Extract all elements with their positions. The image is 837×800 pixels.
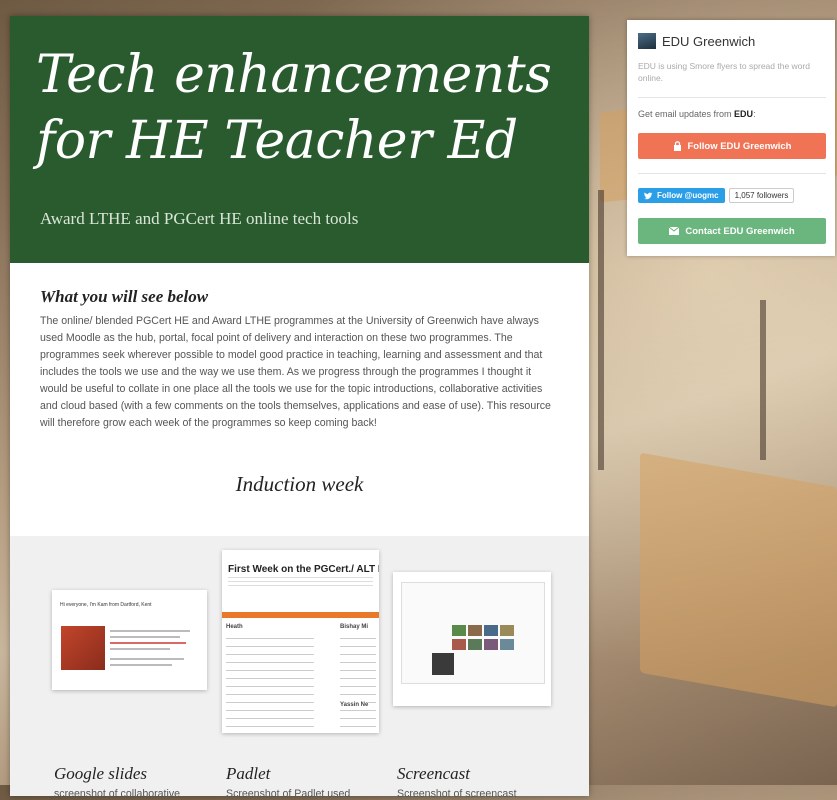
divider [638,97,826,98]
thumb-line [110,636,180,638]
org-description: EDU is using Smore flyers to spread the … [638,61,810,83]
column-heading: Bishay Mi [340,622,376,632]
envelope-icon [669,227,680,235]
flyer-card: Tech enhancements for HE Teacher Ed Awar… [10,16,589,800]
column-heading: Heath [226,622,314,632]
background-chair-leg [760,300,766,460]
intro-heading: What you will see below [40,287,209,306]
thumb-tile [452,625,466,636]
thumb-column: Bishay Mi [340,622,376,727]
image-gallery: Hi everyone, I'm Kam from Dartford, Kent… [10,536,589,800]
thumb-photo [61,626,105,670]
email-prefix: Get email updates from [638,109,735,119]
background-chair-leg [598,190,604,470]
gallery-label: Google slides [54,764,148,783]
hero-banner: Tech enhancements for HE Teacher Ed Awar… [10,16,589,263]
intro-body: The online/ blended PGCert HE and Award … [40,315,551,429]
thumb-subtitle-lines [228,577,373,589]
thumb-screen [401,582,545,684]
thumb-tile [484,639,498,650]
thumb-tile [500,625,514,636]
gallery-label: Screencast [397,764,471,783]
email-org: EDU [734,109,754,119]
email-suffix: : [753,109,756,119]
twitter-follow: Follow @uogmc 1,057 followers [638,188,795,203]
follow-button[interactable]: Follow EDU Greenwich [638,133,826,159]
gallery-caption: screenshot of collaborative [54,788,181,800]
contact-button[interactable]: Contact EDU Greenwich [638,218,826,244]
twitter-follower-count[interactable]: 1,057 followers [728,188,795,203]
column-heading: Yassin Ne [340,700,369,710]
email-updates-text: Get email updates from EDU: [638,109,756,119]
page-title: Tech enhancements for HE Teacher Ed [36,45,552,171]
gallery-image-screencast[interactable] [393,572,551,706]
thumb-tile [452,639,466,650]
gallery-label: Padlet [226,764,271,783]
thumb-line [110,630,190,632]
org-header: EDU Greenwich [638,33,755,49]
intro-section: What you will see below The online/ blen… [10,263,589,432]
thumb-line [110,642,186,644]
thumb-webcam [432,653,454,675]
thumb-tile [500,639,514,650]
gallery-image-padlet[interactable]: First Week on the PGCert./ ALT H Heath B… [222,550,379,733]
author-sidebar: EDU Greenwich EDU is using Smore flyers … [627,20,835,256]
divider [638,173,826,174]
twitter-button-label: Follow @uogmc [657,191,719,200]
lock-icon [673,141,681,151]
gallery-caption: Screenshot of Padlet used [226,788,351,800]
thumb-title: First Week on the PGCert./ ALT H [228,564,379,575]
thumb-orange-bar [222,612,379,618]
gallery-image-google-slides[interactable]: Hi everyone, I'm Kam from Dartford, Kent [52,590,207,690]
section-title: Induction week [235,472,364,496]
background-desk [640,452,837,708]
contact-button-label: Contact EDU Greenwich [685,225,795,237]
avatar [638,33,656,49]
thumb-tile [484,625,498,636]
org-name[interactable]: EDU Greenwich [662,34,755,49]
thumb-line [110,664,172,666]
thumb-tile [468,639,482,650]
thumb-text: Hi everyone, I'm Kam from Dartford, Kent [60,602,152,608]
twitter-follow-button[interactable]: Follow @uogmc [638,188,725,203]
thumb-line [110,658,184,660]
thumb-column: Heath [226,622,314,727]
gallery-caption: Screenshot of screencast [397,788,517,800]
page-subtitle: Award LTHE and PGCert HE online tech too… [40,209,359,228]
twitter-bird-icon [644,192,653,199]
thumb-line [110,648,170,650]
follow-button-label: Follow EDU Greenwich [687,140,792,152]
thumb-tile [468,625,482,636]
